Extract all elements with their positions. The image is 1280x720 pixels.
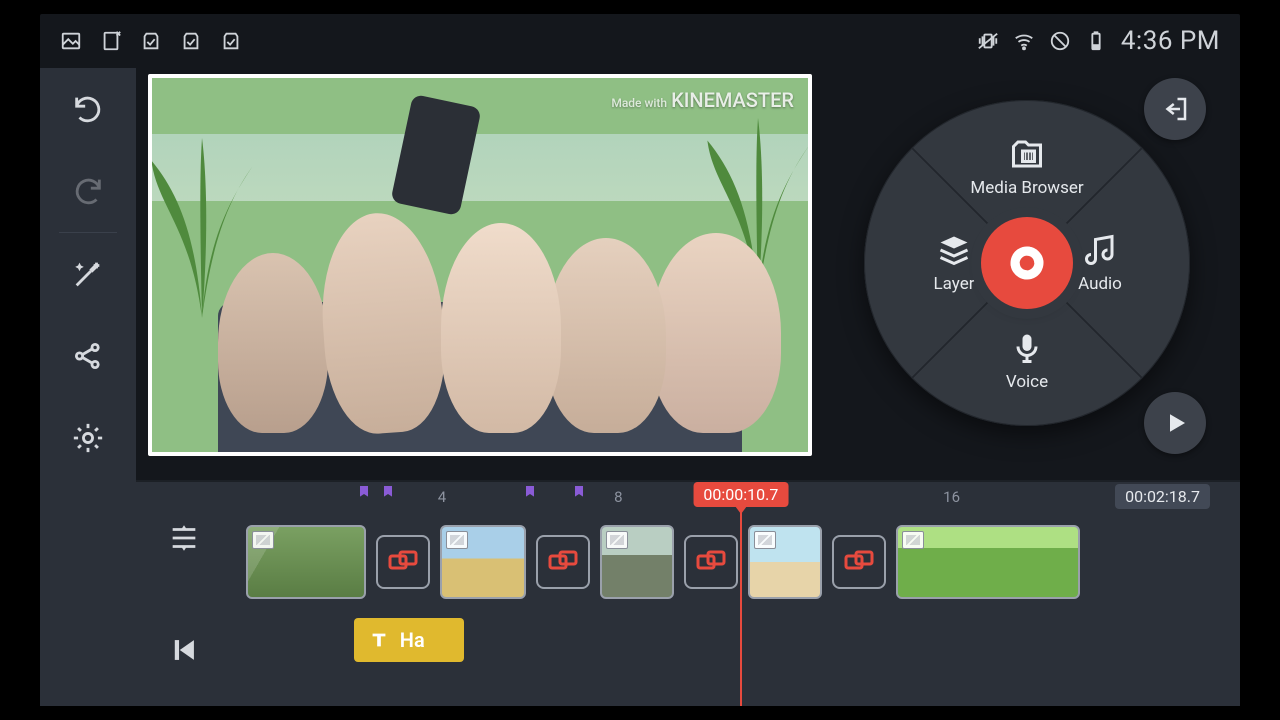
wifi-icon	[1013, 30, 1035, 52]
total-duration: 00:02:18.7	[1115, 484, 1210, 509]
wheel-label: Layer	[934, 274, 975, 294]
video-clip[interactable]	[246, 525, 366, 599]
share-button[interactable]	[40, 315, 136, 397]
image-icon	[60, 30, 82, 52]
battery-icon	[1085, 30, 1107, 52]
bookmark-marker[interactable]	[356, 484, 372, 500]
device-frame: 4:36 PM	[40, 14, 1240, 706]
action-wheel: Media Browser Layer Audio Voice	[864, 100, 1190, 426]
transition-button[interactable]	[536, 535, 590, 589]
no-sim-icon	[1049, 30, 1071, 52]
clipboard-check-icon	[140, 30, 162, 52]
effects-button[interactable]	[40, 233, 136, 315]
exit-button[interactable]	[1144, 78, 1206, 140]
image-badge-icon	[754, 531, 776, 549]
video-clip[interactable]	[440, 525, 526, 599]
text-icon	[368, 629, 390, 651]
prev-button[interactable]	[136, 594, 232, 706]
playhead-time[interactable]: 00:00:10.7	[693, 482, 788, 507]
video-clip[interactable]	[600, 525, 674, 599]
image-badge-icon	[606, 531, 628, 549]
watermark: Made with KINEMASTER	[611, 88, 794, 112]
ruler-tick: 4	[438, 488, 446, 506]
settings-button[interactable]	[40, 397, 136, 479]
watermark-brand: KINEMASTER	[671, 88, 794, 112]
transition-button[interactable]	[684, 535, 738, 589]
status-bar: 4:36 PM	[40, 14, 1240, 68]
transition-button[interactable]	[376, 535, 430, 589]
playhead[interactable]	[740, 508, 742, 706]
wheel-label: Media Browser	[970, 178, 1083, 198]
bookmark-marker[interactable]	[522, 484, 538, 500]
status-left	[60, 30, 242, 52]
media-browser-button[interactable]: Media Browser	[967, 136, 1087, 198]
left-toolbar	[40, 68, 136, 706]
screenshot-icon	[100, 30, 122, 52]
preview-viewport[interactable]: Made with KINEMASTER	[148, 74, 812, 456]
video-track[interactable]	[246, 520, 1226, 604]
ruler-tick: 16	[943, 488, 960, 506]
status-time: 4:36 PM	[1121, 26, 1220, 56]
play-button[interactable]	[1144, 392, 1206, 454]
tracks-button[interactable]	[136, 482, 232, 594]
voice-button[interactable]: Voice	[967, 330, 1087, 392]
timeline-ruler[interactable]: 4 8 16 00:00:10.7 00:02:18.7	[246, 480, 1226, 514]
image-badge-icon	[446, 531, 468, 549]
timeline[interactable]: 4 8 16 00:00:10.7 00:02:18.7	[232, 480, 1240, 706]
ruler-tick: 8	[614, 488, 622, 506]
clipboard-check-icon	[220, 30, 242, 52]
center-area: Made with KINEMASTER Media Browser Layer	[136, 68, 1240, 706]
undo-button[interactable]	[40, 68, 136, 150]
transition-button[interactable]	[832, 535, 886, 589]
redo-button[interactable]	[40, 150, 136, 232]
record-button[interactable]	[981, 217, 1073, 309]
bookmark-marker[interactable]	[571, 484, 587, 500]
bookmark-marker[interactable]	[380, 484, 396, 500]
video-clip[interactable]	[896, 525, 1080, 599]
watermark-prefix: Made with	[611, 96, 667, 110]
main: Made with KINEMASTER Media Browser Layer	[40, 68, 1240, 706]
clipboard-check-icon	[180, 30, 202, 52]
video-clip[interactable]	[748, 525, 822, 599]
image-badge-icon	[252, 531, 274, 549]
vibrate-icon	[977, 30, 999, 52]
timeline-toolbar	[136, 480, 232, 706]
wheel-label: Voice	[1006, 372, 1048, 392]
preview-scene	[152, 78, 808, 452]
wheel-label: Audio	[1078, 274, 1122, 294]
text-layer-label: Ha	[400, 628, 425, 652]
overlay-track[interactable]: Ha	[246, 618, 1226, 672]
action-wheel-area: Media Browser Layer Audio Voice	[842, 78, 1212, 448]
image-badge-icon	[902, 531, 924, 549]
status-right: 4:36 PM	[977, 26, 1220, 56]
text-layer-clip[interactable]: Ha	[354, 618, 464, 662]
